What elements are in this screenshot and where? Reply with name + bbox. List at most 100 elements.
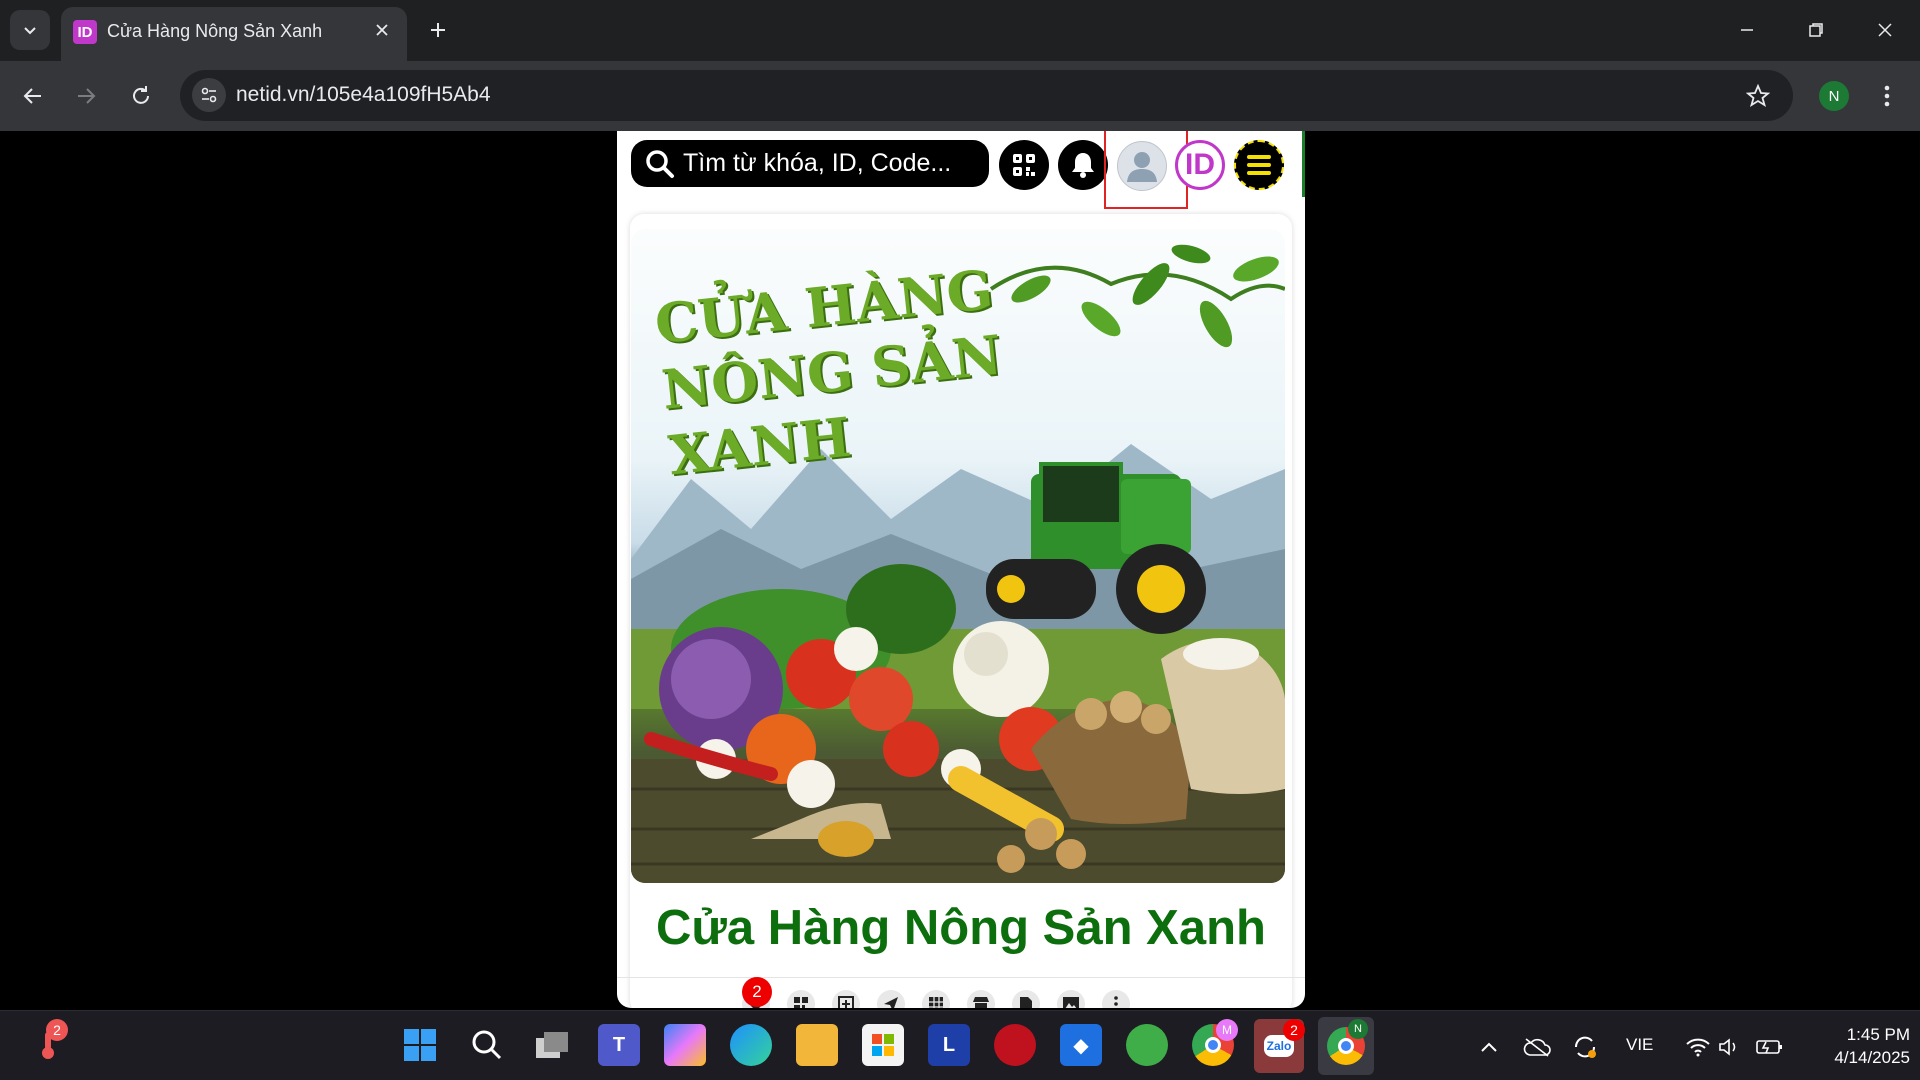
arrow-left-icon [23,88,41,104]
grid-button[interactable] [922,990,950,1008]
qr-code-icon [1013,154,1035,176]
show-hidden-icons-button[interactable] [1475,1033,1503,1061]
cloud-off-icon [1523,1038,1551,1057]
dropbox-icon: ◆ [1073,1034,1089,1057]
copilot-app[interactable] [664,1024,706,1066]
bookmark-button[interactable] [1743,81,1773,111]
search-icon [472,1030,502,1060]
dropbox-app[interactable]: ◆ [1060,1024,1102,1066]
tab-title: Cửa Hàng Nông Sản Xanh [107,21,323,41]
task-view-icon [536,1032,568,1058]
browser-tab-bar: ID Cửa Hàng Nông Sản Xanh [0,0,1920,61]
windows-taskbar: 2 T L ◆ M Zalo 2 N VIE 1:45 PM 4/14/2025 [0,1010,1920,1080]
search-taskbar-button[interactable] [466,1024,508,1066]
l-app-icon: L [942,1033,956,1056]
greenshot-app[interactable] [1126,1024,1168,1066]
close-icon [1878,23,1892,37]
store-title: Cửa Hàng Nông Sản Xanh [656,901,1266,955]
store-action-bar: 2 [617,977,1305,1008]
teams-icon: T [612,1033,626,1056]
sync-icon [1574,1036,1596,1058]
chrome-icon [1205,1037,1221,1053]
qr-icon [794,997,808,1008]
grid-icon [929,997,943,1008]
file-explorer-app[interactable] [796,1024,838,1066]
restore-button[interactable] [1793,8,1839,52]
search-bar[interactable] [631,140,989,187]
close-icon [376,24,388,36]
browser-menu-button[interactable] [1872,77,1902,115]
windows-start-icon [404,1029,436,1061]
wifi-icon [1686,1038,1710,1057]
close-window-button[interactable] [1862,8,1908,52]
tab-close-button[interactable] [371,19,393,41]
start-button[interactable] [399,1024,441,1066]
reload-icon [133,86,149,104]
clock-date: 4/14/2025 [1834,1048,1910,1067]
l-app[interactable]: L [928,1024,970,1066]
teams-app[interactable]: T [598,1024,640,1066]
search-input[interactable] [683,140,983,187]
plus-icon [431,23,445,37]
id-logo-button[interactable]: ID [1175,140,1225,190]
page-viewport: ID [0,131,1920,1010]
more-vertical-icon [1884,85,1890,107]
browser-tab[interactable]: ID Cửa Hàng Nông Sản Xanh [61,7,407,61]
arrow-right-icon [78,88,96,104]
reload-button[interactable] [119,74,163,118]
star-icon [1746,84,1770,107]
edge-app[interactable] [730,1024,772,1066]
forward-button[interactable] [64,74,108,118]
store-icon [872,1034,894,1056]
minimize-button[interactable] [1724,8,1770,52]
task-view-button[interactable] [532,1024,574,1066]
add-icon [838,996,854,1008]
system-clock[interactable]: 1:45 PM 4/14/2025 [1800,1023,1910,1069]
like-count-badge: 2 [742,977,772,1007]
battery-icon [1756,1040,1782,1054]
tab-favicon-icon: ID [73,20,97,44]
back-button[interactable] [11,74,55,118]
tab-search-button[interactable] [10,10,50,50]
sync-button[interactable] [1571,1033,1599,1061]
store-button[interactable] [967,990,995,1008]
id-logo-icon: ID [1185,148,1215,181]
share-button[interactable] [877,990,905,1008]
restore-icon [1809,23,1823,37]
qr-scan-button[interactable] [999,140,1049,190]
microsoft-store-app[interactable] [862,1024,904,1066]
chrome-profile-n-badge: N [1348,1019,1368,1039]
gallery-button[interactable] [1057,990,1085,1008]
bell-icon [1072,153,1094,178]
document-button[interactable] [1012,990,1040,1008]
clock-time: 1:45 PM [1846,1025,1910,1044]
new-tab-button[interactable] [420,12,456,48]
add-button[interactable] [832,990,860,1008]
site-info-button[interactable] [192,78,226,112]
battery-button[interactable] [1756,1033,1784,1061]
document-icon [1020,997,1032,1008]
more-icon [1114,996,1118,1006]
address-bar[interactable]: netid.vn/105e4a109fH5Ab4 [180,70,1793,121]
share-icon [884,997,898,1008]
notifications-button[interactable] [1058,140,1108,190]
url-text[interactable]: netid.vn/105e4a109fH5Ab4 [236,83,491,107]
weather-badge: 2 [46,1019,68,1041]
minimize-icon [1741,29,1753,31]
tune-icon [201,87,217,103]
onedrive-button[interactable] [1523,1033,1551,1061]
chrome-profile-m-badge: M [1216,1019,1238,1041]
store-icon [973,997,989,1008]
volume-button[interactable] [1716,1033,1744,1061]
security-app[interactable] [994,1024,1036,1066]
zalo-badge: 2 [1283,1019,1305,1041]
chevron-up-icon [1481,1042,1497,1052]
language-indicator[interactable]: VIE [1626,1035,1653,1055]
qr-action-button[interactable] [787,990,815,1008]
browser-toolbar: netid.vn/105e4a109fH5Ab4 N [0,61,1920,131]
main-menu-button[interactable] [1234,140,1284,190]
more-actions-button[interactable] [1102,990,1130,1008]
wifi-button[interactable] [1684,1033,1712,1061]
profile-avatar[interactable]: N [1819,81,1849,111]
store-banner-image: CỬA HÀNG NÔNG SẢN XANH [631,229,1285,883]
